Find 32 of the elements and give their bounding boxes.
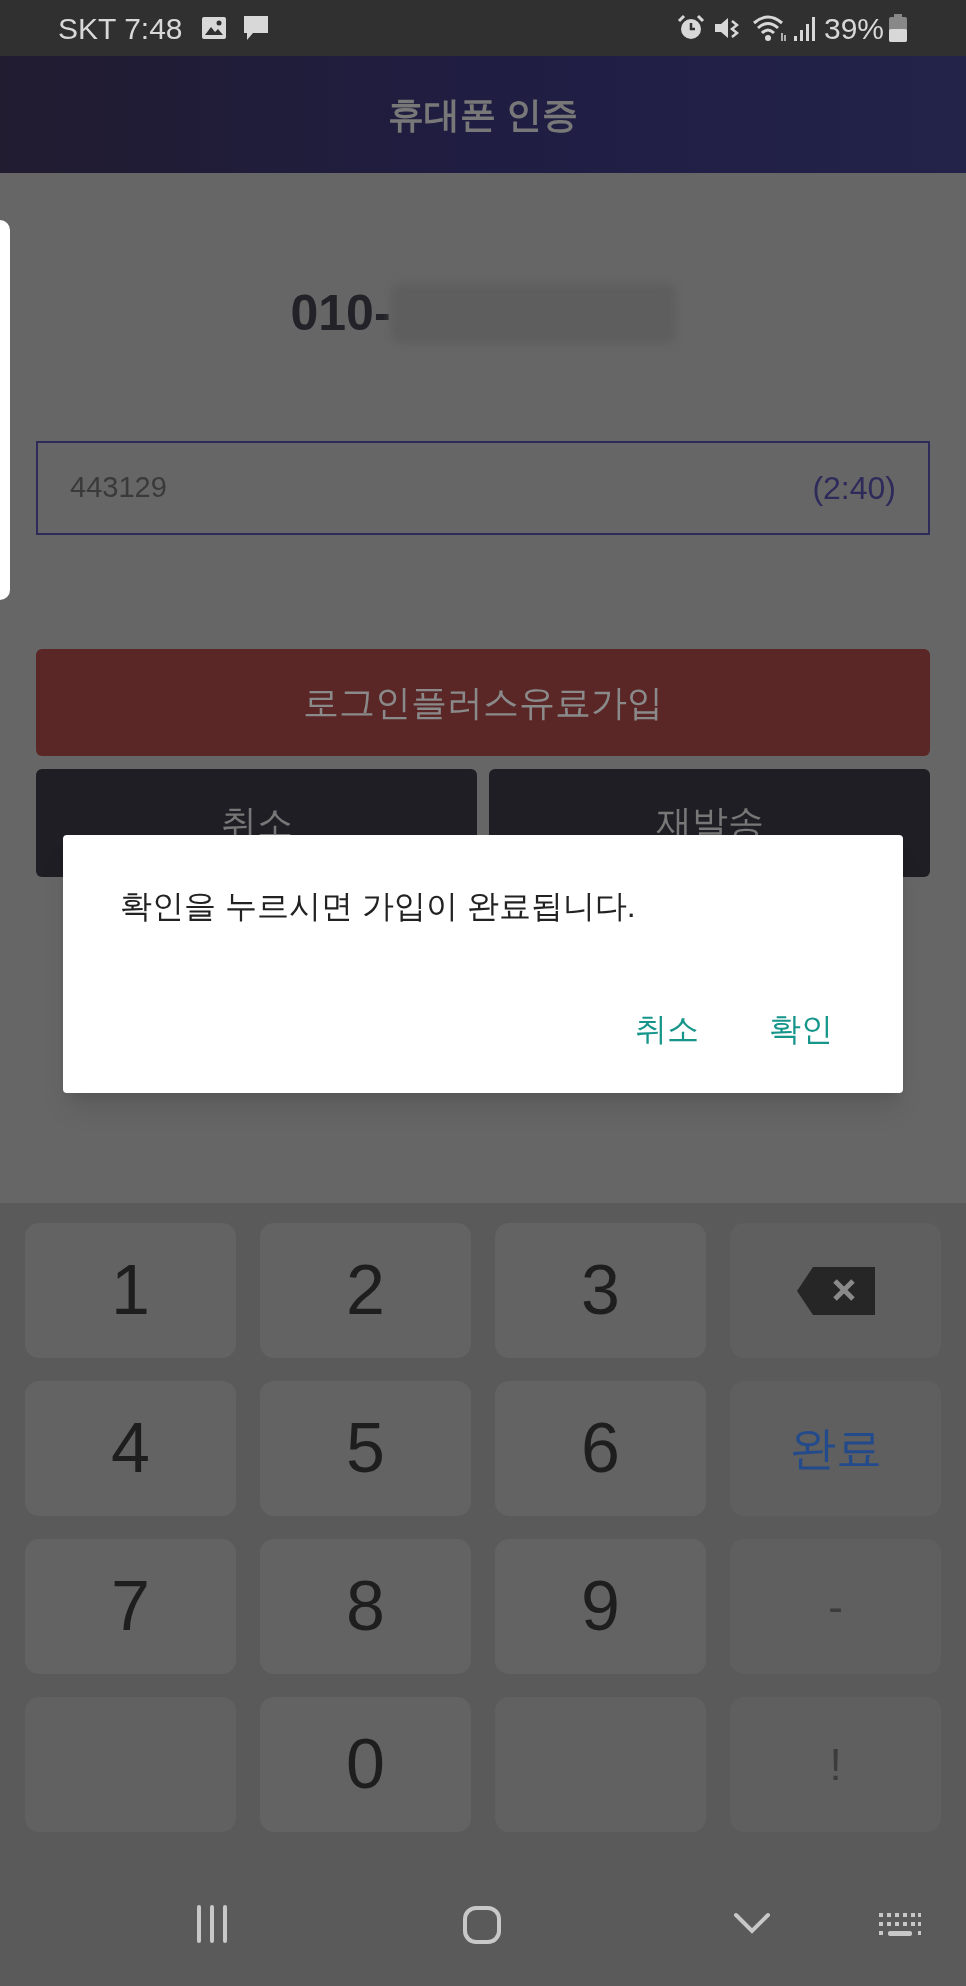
dialog-confirm-button[interactable]: 확인 — [769, 1005, 833, 1053]
dialog-cancel-button[interactable]: 취소 — [635, 1005, 699, 1053]
recent-apps-icon[interactable] — [195, 1905, 229, 1943]
signal-icon — [791, 14, 818, 42]
paid-signup-button[interactable]: 로그인플러스유료가입 — [36, 649, 930, 756]
carrier-time: SKT 7:48 — [58, 10, 183, 47]
digit-key[interactable]: 9 — [495, 1539, 706, 1674]
backspace-icon — [794, 1264, 877, 1317]
battery-icon — [888, 13, 908, 43]
digit-key[interactable]: 4 — [25, 1381, 236, 1516]
wifi-icon — [751, 13, 788, 43]
image-icon — [200, 16, 227, 40]
backspace-key[interactable] — [730, 1223, 941, 1358]
keyboard-icon[interactable] — [878, 1912, 922, 1938]
digit-key[interactable]: 6 — [495, 1381, 706, 1516]
home-icon[interactable] — [462, 1905, 502, 1945]
phone-number: 010- — [290, 283, 391, 343]
side-handle[interactable] — [0, 220, 10, 600]
digit-key[interactable]: 5 — [260, 1381, 471, 1516]
symbol-key[interactable]: - — [730, 1539, 941, 1674]
battery-percent: 39% — [823, 10, 884, 47]
digit-key[interactable]: 3 — [495, 1223, 706, 1358]
digit-key[interactable]: 7 — [25, 1539, 236, 1674]
hide-keyboard-icon[interactable] — [733, 1912, 771, 1936]
symbol-key[interactable]: ! — [730, 1697, 941, 1832]
digit-key[interactable]: 1 — [25, 1223, 236, 1358]
digit-key[interactable]: 0 — [260, 1697, 471, 1832]
digit-key[interactable]: 2 — [260, 1223, 471, 1358]
countdown-timer: (2:40) — [812, 469, 896, 508]
dialog-message: 확인을 누르시면 가입이 완료됩니다. — [120, 887, 637, 926]
digit-key[interactable]: 8 — [260, 1539, 471, 1674]
page-title: 휴대폰 인증 — [388, 92, 578, 137]
